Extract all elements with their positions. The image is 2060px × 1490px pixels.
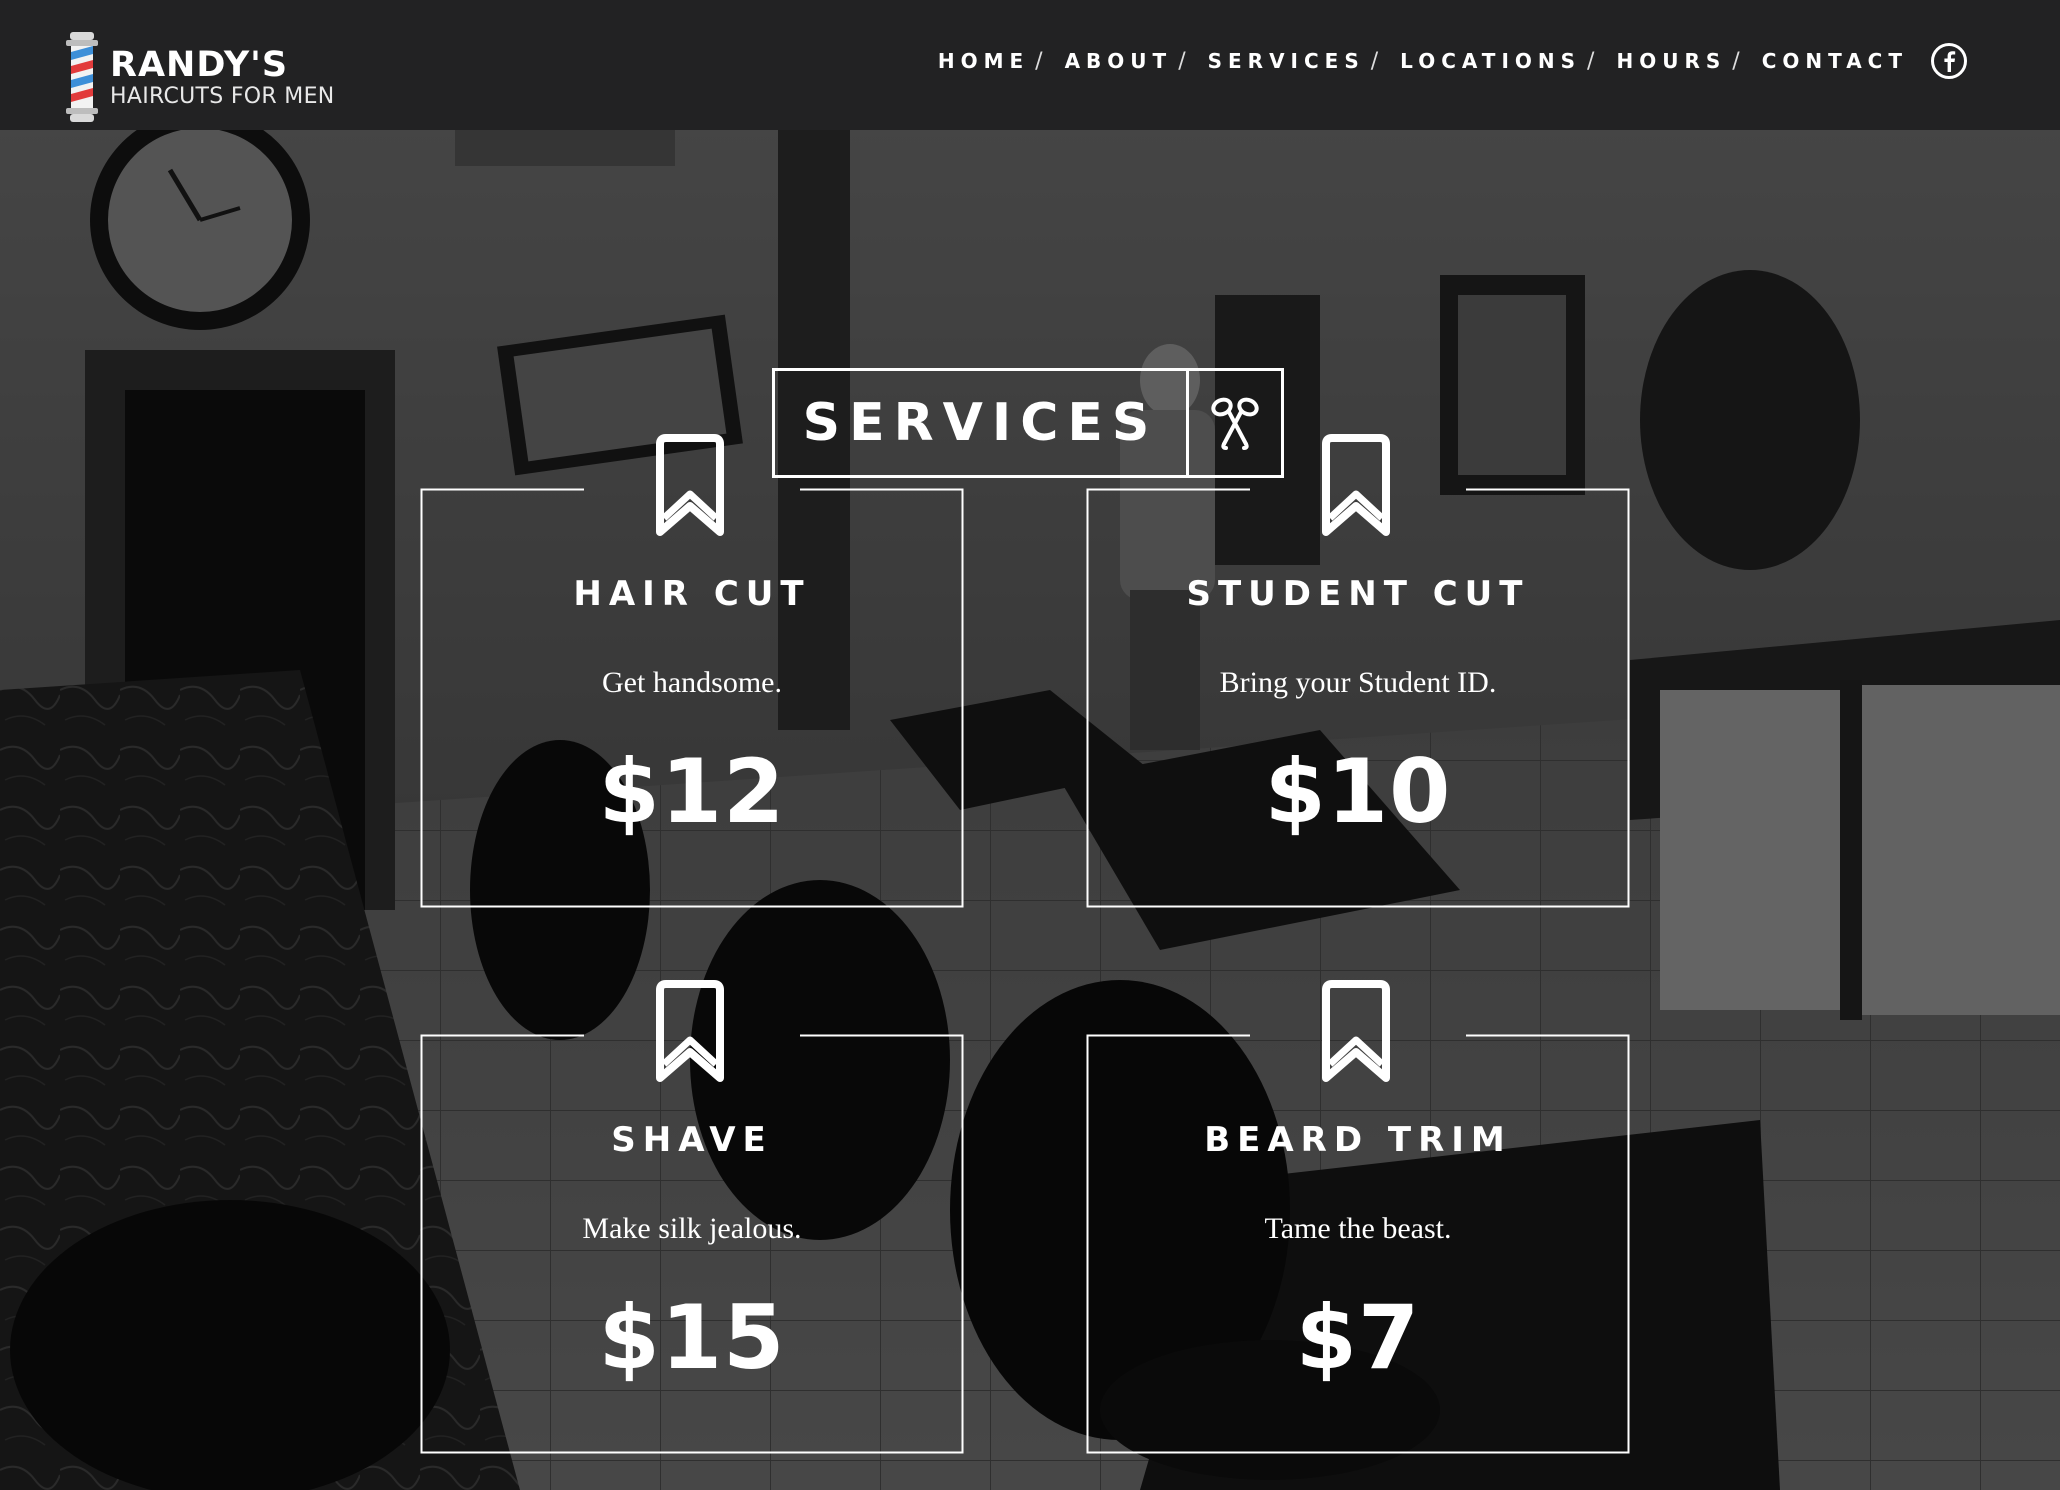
facebook-icon[interactable]: [1930, 42, 1968, 80]
brand-name: RANDY'S: [110, 45, 289, 85]
nav-separator: /: [1370, 48, 1379, 74]
service-description: Get handsome.: [602, 666, 782, 699]
nav-about[interactable]: ABOUT: [1065, 49, 1173, 73]
main-nav: HOME / ABOUT / SERVICES / LOCATIONS / HO…: [938, 42, 1968, 80]
nav-home[interactable]: HOME: [938, 49, 1029, 73]
service-price: $10: [1264, 740, 1452, 843]
nav-contact[interactable]: CONTACT: [1762, 49, 1908, 73]
service-description: Bring your Student ID.: [1219, 666, 1497, 699]
service-card-student-cut[interactable]: STUDENT CUT Bring your Student ID. $10: [1086, 434, 1630, 908]
service-name: STUDENT CUT: [1186, 574, 1530, 614]
service-price: $7: [1295, 1286, 1421, 1389]
service-card-hair-cut[interactable]: HAIR CUT Get handsome. $12: [420, 434, 964, 908]
nav-separator: /: [1732, 48, 1740, 74]
nav-separator: /: [1178, 48, 1186, 74]
services-heading: SERVICES: [775, 371, 1189, 475]
bookmark-ribbon-icon: [656, 980, 724, 1082]
service-name: HAIR CUT: [573, 574, 811, 614]
nav-separator: /: [1587, 48, 1595, 74]
barbershop-background-photo: [0, 130, 2060, 1490]
bookmark-ribbon-icon: [1322, 434, 1390, 536]
service-price: $15: [598, 1286, 786, 1389]
service-description: Tame the beast.: [1264, 1212, 1452, 1245]
services-section: SERVICES HAIR CUT Get handsome. $12 STUD…: [0, 130, 2060, 1490]
nav-hours[interactable]: HOURS: [1616, 49, 1726, 73]
nav-separator: /: [1035, 48, 1043, 74]
nav-services[interactable]: SERVICES: [1208, 49, 1365, 73]
service-price: $12: [598, 740, 786, 843]
service-card-shave[interactable]: SHAVE Make silk jealous. $15: [420, 980, 964, 1454]
services-title-icon-cell: [1189, 371, 1281, 475]
services-title-box: SERVICES: [772, 368, 1284, 478]
service-name: SHAVE: [611, 1120, 773, 1160]
brand-tagline: HAIRCUTS FOR MEN: [110, 84, 335, 109]
bookmark-ribbon-icon: [656, 434, 724, 536]
scissors-icon: [1211, 397, 1259, 450]
site-logo[interactable]: RANDY'S HAIRCUTS FOR MEN: [62, 32, 335, 124]
service-description: Make silk jealous.: [582, 1212, 802, 1245]
service-name: BEARD TRIM: [1204, 1120, 1512, 1160]
nav-locations[interactable]: LOCATIONS: [1400, 49, 1581, 73]
barber-pole-icon: [66, 32, 98, 122]
service-card-beard-trim[interactable]: BEARD TRIM Tame the beast. $7: [1086, 980, 1630, 1454]
bookmark-ribbon-icon: [1322, 980, 1390, 1082]
site-header: RANDY'S HAIRCUTS FOR MEN HOME / ABOUT / …: [0, 0, 2060, 130]
